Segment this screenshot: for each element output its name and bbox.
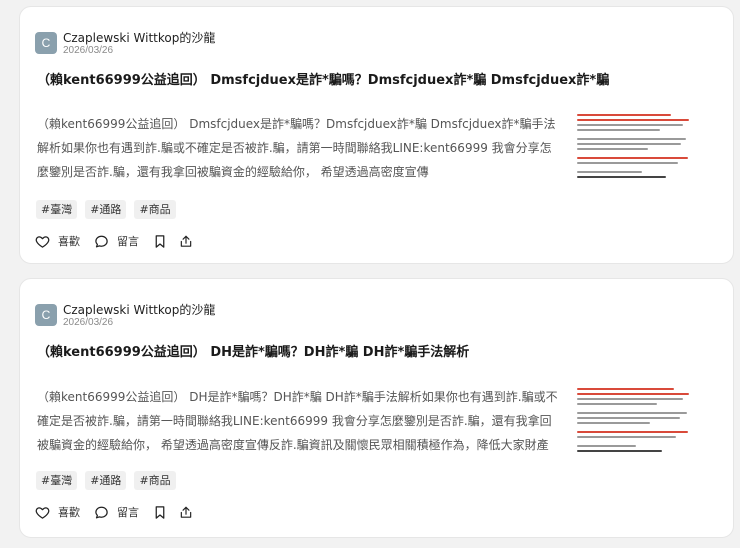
share-icon xyxy=(180,235,192,247)
action-bar: 喜歡 留言 xyxy=(35,231,205,251)
author-name[interactable]: Czaplewski Wittkop的沙龍 xyxy=(63,29,215,46)
bookmark-icon xyxy=(155,505,165,519)
tag[interactable]: #商品 xyxy=(134,471,176,490)
post-thumbnail[interactable] xyxy=(576,111,694,195)
post-card[interactable]: C Czaplewski Wittkop的沙龍 2026/03/26 （賴ken… xyxy=(19,278,734,538)
share-icon xyxy=(180,506,192,518)
tag[interactable]: #臺灣 xyxy=(36,471,78,490)
post-card[interactable]: C Czaplewski Wittkop的沙龍 2026/03/26 （賴ken… xyxy=(19,6,734,264)
like-button[interactable]: 喜歡 xyxy=(35,233,80,249)
like-label: 喜歡 xyxy=(58,506,80,519)
heart-icon xyxy=(35,235,50,248)
tag-list: #臺灣 #通路 #商品 xyxy=(36,200,176,220)
comment-button[interactable]: 留言 xyxy=(94,233,139,249)
action-bar: 喜歡 留言 xyxy=(35,502,205,522)
author-name[interactable]: Czaplewski Wittkop的沙龍 xyxy=(63,301,215,318)
post-title[interactable]: （賴kent66999公益追回） DH是詐*騙嗎？DH詐*騙 DH詐*騙手法解析 xyxy=(37,341,637,360)
share-button[interactable] xyxy=(179,234,193,249)
comment-label: 留言 xyxy=(117,506,139,519)
avatar[interactable]: C xyxy=(35,32,57,54)
tag[interactable]: #臺灣 xyxy=(36,200,78,219)
tag[interactable]: #通路 xyxy=(85,471,127,490)
post-excerpt[interactable]: （賴kent66999公益追回） Dmsfcjduex是詐*騙嗎？Dmsfcjd… xyxy=(37,112,559,184)
comment-icon xyxy=(95,506,108,518)
bookmark-icon xyxy=(155,234,165,248)
comment-icon xyxy=(95,235,108,247)
post-excerpt[interactable]: （賴kent66999公益追回） DH是詐*騙嗎？DH詐*騙 DH詐*騙手法解析… xyxy=(37,385,559,457)
post-date: 2026/03/26 xyxy=(63,317,114,328)
share-button[interactable] xyxy=(179,505,193,520)
bookmark-button[interactable] xyxy=(153,505,167,520)
post-date: 2026/03/26 xyxy=(63,45,114,56)
tag-list: #臺灣 #通路 #商品 xyxy=(36,471,176,491)
post-header: C Czaplewski Wittkop的沙龍 2026/03/26 xyxy=(35,31,535,61)
like-button[interactable]: 喜歡 xyxy=(35,504,80,520)
bookmark-button[interactable] xyxy=(153,234,167,249)
like-label: 喜歡 xyxy=(58,235,80,248)
comment-button[interactable]: 留言 xyxy=(94,504,139,520)
post-title[interactable]: （賴kent66999公益追回） Dmsfcjduex是詐*騙嗎？Dmsfcjd… xyxy=(37,69,637,88)
heart-icon xyxy=(35,506,50,519)
tag[interactable]: #通路 xyxy=(85,200,127,219)
avatar[interactable]: C xyxy=(35,304,57,326)
post-thumbnail[interactable] xyxy=(576,385,694,469)
comment-label: 留言 xyxy=(117,235,139,248)
tag[interactable]: #商品 xyxy=(134,200,176,219)
post-header: C Czaplewski Wittkop的沙龍 2026/03/26 xyxy=(35,303,535,333)
